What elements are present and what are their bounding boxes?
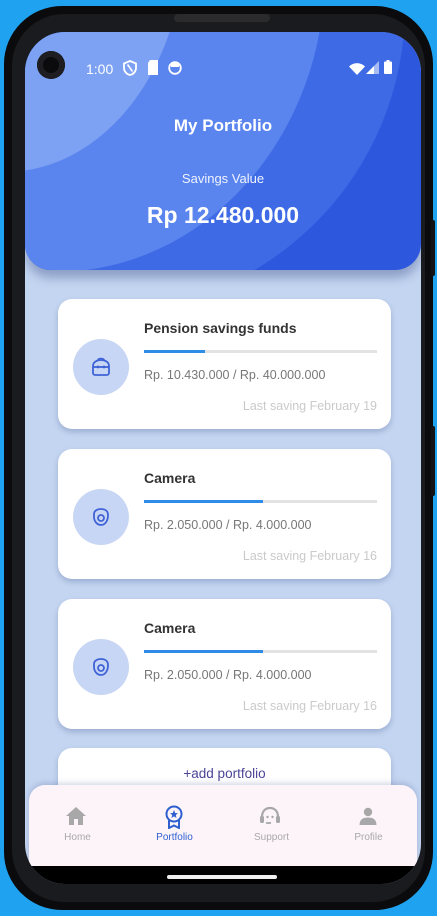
support-icon: [259, 806, 281, 831]
volume-button: [431, 220, 435, 276]
portfolio-card[interactable]: Camera Rp. 2.050.000 / Rp. 4.000.000 Las…: [58, 449, 391, 579]
add-portfolio-label: +add portfolio: [183, 766, 266, 781]
savings-progress-bar: [144, 350, 377, 353]
battery-icon: [384, 60, 392, 77]
nav-support-label: Support: [253, 832, 290, 843]
nav-portfolio-label: Portfolio: [156, 832, 193, 843]
bottom-navigation: Home Portfolio Support Profile: [29, 785, 417, 866]
speaker-grille: [174, 14, 270, 22]
camera-icon: [73, 489, 129, 545]
status-bar: 1:00: [25, 32, 421, 89]
savings-value-label: Savings Value: [181, 171, 265, 186]
nav-support[interactable]: Support: [223, 785, 320, 866]
cell-signal-icon: [366, 61, 379, 77]
award-icon: [164, 805, 184, 834]
savings-progress-bar: [144, 500, 377, 503]
savings-progress-bar: [144, 650, 377, 653]
camera-icon: [73, 639, 129, 695]
shield-icon: [123, 60, 137, 79]
nav-portfolio[interactable]: Portfolio: [126, 785, 223, 866]
portfolio-card[interactable]: Camera Rp. 2.050.000 / Rp. 4.000.000 Las…: [58, 599, 391, 729]
portfolio-values: Rp. 2.050.000 / Rp. 4.000.000: [144, 668, 312, 682]
piggy-bank-icon: [73, 339, 129, 395]
nav-home-label: Home: [64, 832, 91, 843]
portfolio-name: Pension savings funds: [144, 320, 297, 336]
nav-profile-label: Profile: [354, 832, 383, 843]
phone-frame: 1:00 My Portfolio Savings Value Rp 12.48…: [4, 6, 435, 910]
wifi-icon: [349, 62, 365, 78]
savings-value-amount: Rp 12.480.000: [146, 202, 300, 228]
home-gesture-handle[interactable]: [167, 875, 277, 879]
portfolio-name: Camera: [144, 470, 196, 486]
status-time: 1:00: [86, 61, 114, 77]
notification-app-icon: [168, 60, 182, 78]
app-screen: 1:00 My Portfolio Savings Value Rp 12.48…: [25, 32, 421, 884]
sd-card-icon: [147, 60, 159, 78]
portfolio-header: 1:00 My Portfolio Savings Value Rp 12.48…: [25, 32, 421, 270]
portfolio-values: Rp. 10.430.000 / Rp. 40.000.000: [144, 368, 326, 382]
portfolio-name: Camera: [144, 620, 196, 636]
last-saving-date: Last saving February 19: [242, 399, 377, 413]
front-camera: [37, 51, 65, 79]
portfolio-card[interactable]: Pension savings funds Rp. 10.430.000 / R…: [58, 299, 391, 429]
page-title: My Portfolio: [173, 116, 273, 135]
savings-progress-fill: [144, 350, 205, 353]
savings-progress-fill: [144, 500, 263, 503]
last-saving-date: Last saving February 16: [242, 699, 377, 713]
nav-home[interactable]: Home: [29, 785, 126, 866]
power-button: [431, 426, 435, 496]
last-saving-date: Last saving February 16: [242, 549, 377, 563]
savings-progress-fill: [144, 650, 263, 653]
person-icon: [359, 807, 377, 830]
nav-profile[interactable]: Profile: [320, 785, 417, 866]
home-icon: [65, 806, 87, 831]
portfolio-values: Rp. 2.050.000 / Rp. 4.000.000: [144, 518, 312, 532]
